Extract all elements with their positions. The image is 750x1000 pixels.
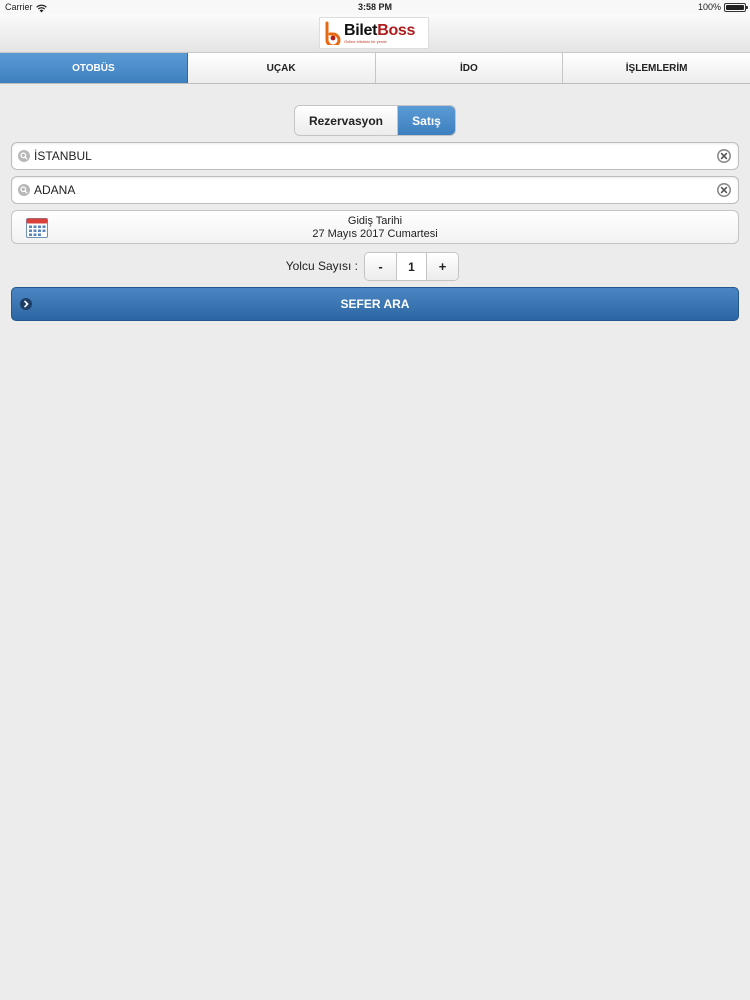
passenger-stepper: - 1 + [364, 252, 459, 281]
search-icon [18, 150, 30, 162]
from-field [11, 142, 739, 170]
passenger-count-value: 1 [408, 259, 415, 274]
biletboss-logo: BiletBoss Online biletiniz bir yerde [319, 17, 429, 49]
status-time: 3:58 PM [357, 2, 392, 12]
chevron-right-icon [20, 298, 32, 310]
app-header: BiletBoss Online biletiniz bir yerde [0, 14, 750, 53]
search-icon [18, 184, 30, 196]
logo-tagline: Online biletiniz bir yerde [344, 38, 387, 44]
battery-fill [726, 4, 744, 10]
departure-date-picker[interactable]: Gidiş Tarihi 27 Mayıs 2017 Cumartesi [11, 210, 739, 244]
passenger-count-label: Yolcu Sayısı : [285, 259, 358, 273]
logo-mark-icon [325, 21, 341, 45]
search-button-label: SEFER ARA [340, 297, 410, 311]
main-tabs: OTOBÜS UÇAK İDO İŞLEMLERİM [0, 53, 750, 84]
clear-to-icon[interactable] [716, 182, 732, 198]
logo-text: BiletBoss [344, 21, 416, 39]
decrease-passenger-button[interactable]: - [365, 253, 397, 280]
logo-bilet: Bilet [344, 21, 378, 39]
sale-button[interactable]: Satış [398, 106, 455, 135]
battery-icon [724, 2, 748, 12]
logo-boss: Boss [377, 21, 416, 39]
status-bar: Carrier 3:58 PM 100% [0, 0, 750, 14]
logo-text-wrap: BiletBoss Online biletiniz bir yerde [344, 21, 416, 44]
tab-otobus[interactable]: OTOBÜS [0, 53, 188, 83]
tab-islemlerim[interactable]: İŞLEMLERİM [563, 53, 750, 83]
date-label: Gidiş Tarihi [347, 215, 403, 227]
clear-from-icon[interactable] [716, 148, 732, 164]
from-input[interactable] [34, 143, 714, 169]
date-value: 27 Mayıs 2017 Cumartesi [312, 228, 438, 240]
to-input[interactable] [34, 177, 714, 203]
tab-ido[interactable]: İDO [375, 53, 564, 83]
search-trips-button[interactable]: SEFER ARA [11, 287, 739, 321]
mode-toggle: Rezervasyon Satış [294, 105, 456, 136]
status-right: 100% [697, 0, 748, 14]
increase-passenger-button[interactable]: + [426, 253, 458, 280]
tab-ucak[interactable]: UÇAK [187, 53, 376, 83]
to-field [11, 176, 739, 204]
date-text: Gidiş Tarihi 27 Mayıs 2017 Cumartesi [12, 215, 738, 241]
reservation-button[interactable]: Rezervasyon [295, 106, 398, 135]
battery-percent: 100% [697, 2, 721, 12]
